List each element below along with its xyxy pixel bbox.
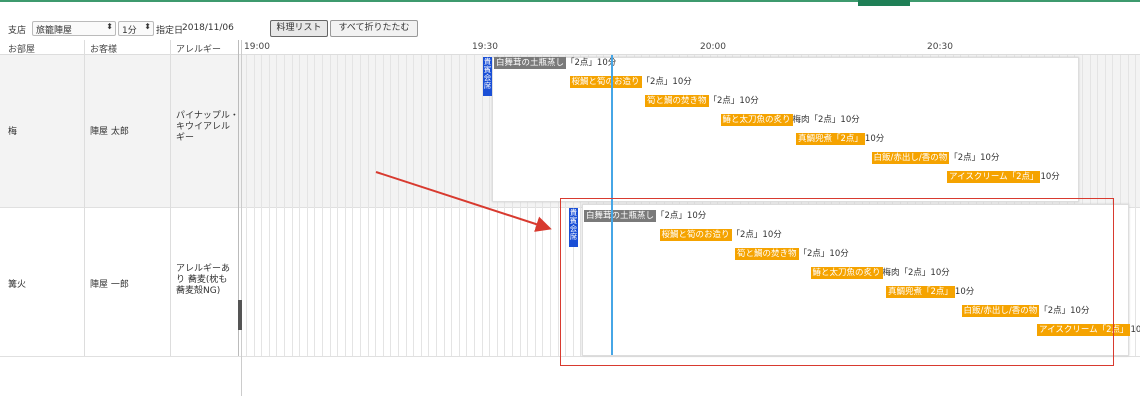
annotation-arrow	[375, 171, 552, 232]
